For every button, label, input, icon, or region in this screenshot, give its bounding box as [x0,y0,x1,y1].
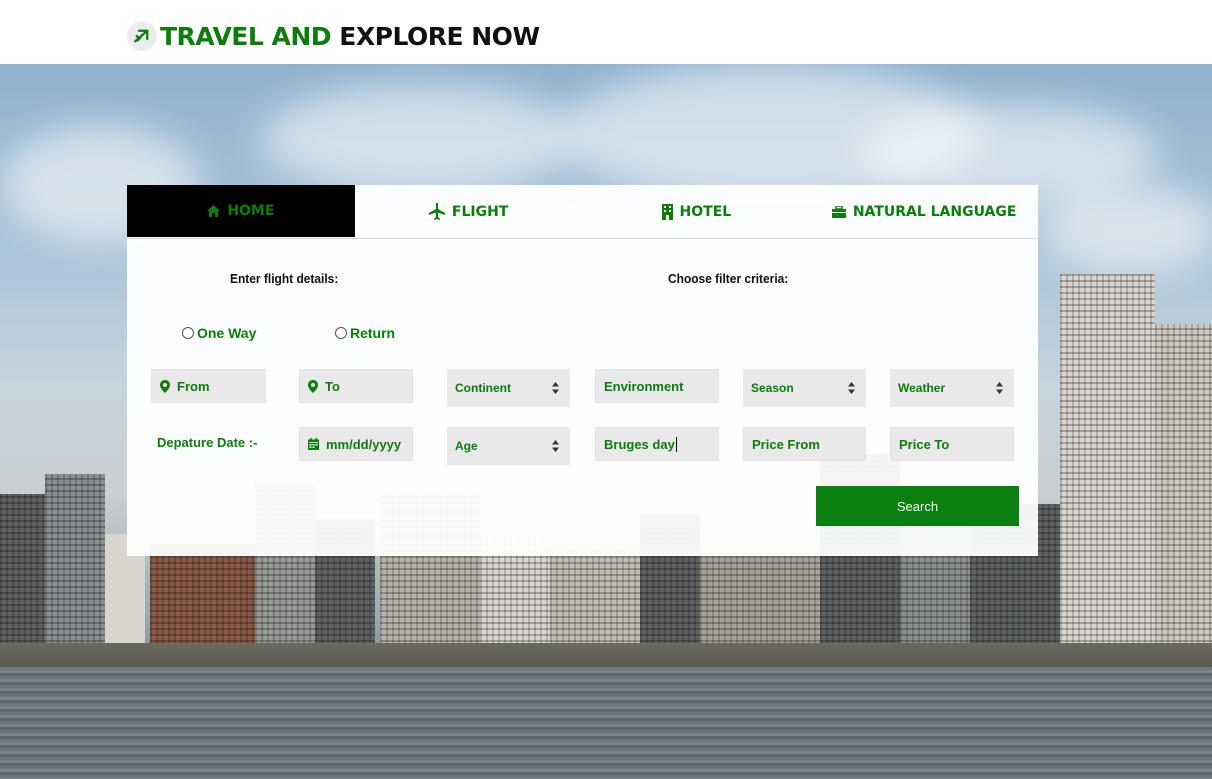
age-select[interactable]: Age [447,427,570,465]
return-radio-circle[interactable] [335,327,347,339]
price-from-input[interactable]: Price From [743,427,866,461]
sort-arrows-icon [996,382,1003,394]
calendar-icon [308,438,319,450]
from-placeholder: From [177,378,210,394]
query-input[interactable]: Bruges day [595,427,719,461]
date-placeholder: mm/dd/yyyy [326,436,402,452]
site-title: TRAVEL AND EXPLORE NOW [160,22,540,51]
tab-home[interactable]: HOME [127,185,355,237]
map-marker-icon [308,379,318,393]
tab-natural-language-label: NATURAL LANGUAGE [852,204,1017,220]
flight-details-heading: Enter flight details: [230,271,339,286]
plane-icon [127,21,157,51]
departure-date-label: Depature Date :- [157,435,258,450]
weather-select[interactable]: Weather [890,369,1014,407]
one-way-label: One Way [197,325,257,341]
home-icon [207,205,221,217]
to-input[interactable]: To [299,369,413,403]
logo[interactable]: TRAVEL AND EXPLORE NOW [127,21,540,51]
site-title-dark: EXPLORE NOW [339,21,540,51]
price-to-placeholder: Price To [899,436,950,452]
continent-select-value: Continent [455,381,511,395]
environment-placeholder: Environment [604,378,684,394]
header: TRAVEL AND EXPLORE NOW [0,0,1212,64]
tab-home-label: HOME [227,203,275,219]
one-way-radio[interactable]: One Way [182,325,256,341]
price-from-placeholder: Price From [752,436,820,452]
departure-date-input[interactable]: mm/dd/yyyy [299,427,413,461]
tab-hotel-label: HOTEL [679,204,732,220]
return-radio[interactable]: Return [335,325,395,341]
season-select[interactable]: Season [743,369,866,407]
tab-bar: HOME FLIGHT HOTEL NATURAL LANGUAGE [127,185,1038,239]
sort-arrows-icon [552,382,559,394]
weather-select-value: Weather [898,381,946,395]
sort-arrows-icon [848,382,855,394]
one-way-radio-circle[interactable] [182,327,194,339]
age-select-value: Age [455,439,478,453]
query-value: Bruges day [604,436,675,452]
season-select-value: Season [751,381,794,395]
site-title-green: TRAVEL AND [160,21,332,51]
search-panel: HOME FLIGHT HOTEL NATURAL LANGUAGE Enter… [127,185,1038,556]
building-icon [661,204,673,220]
tab-flight-label: FLIGHT [451,204,509,220]
continent-select[interactable]: Continent [447,369,570,407]
text-cursor [675,436,677,452]
tab-flight[interactable]: FLIGHT [355,185,583,239]
return-label: Return [350,325,396,341]
tab-hotel[interactable]: HOTEL [583,185,811,239]
from-input[interactable]: From [151,369,266,403]
environment-input[interactable]: Environment [595,369,719,403]
search-button[interactable]: Search [816,486,1019,526]
sort-arrows-icon [552,440,559,452]
to-placeholder: To [325,378,340,394]
plane-icon [428,203,445,221]
price-to-input[interactable]: Price To [890,427,1014,461]
briefcase-icon [831,206,846,218]
tab-natural-language[interactable]: NATURAL LANGUAGE [810,185,1038,239]
map-marker-icon [160,379,170,393]
filter-criteria-heading: Choose filter criteria: [668,271,789,286]
